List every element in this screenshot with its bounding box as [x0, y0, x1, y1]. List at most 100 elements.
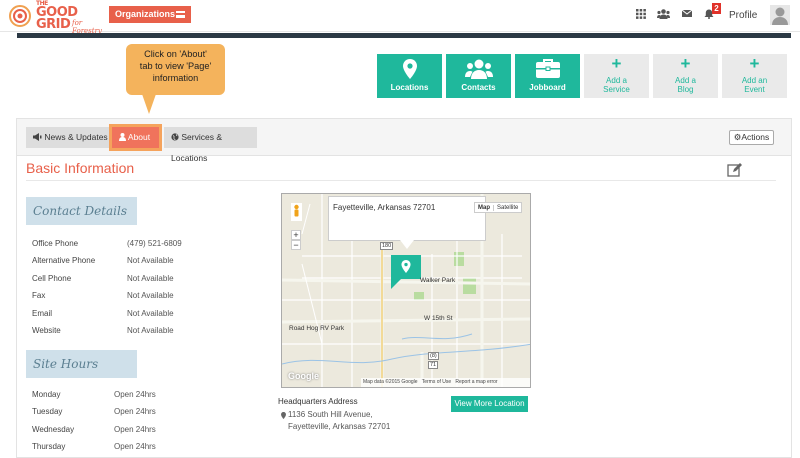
- add-blog-label: Add a Blog: [675, 76, 696, 94]
- map-data-credit: Map data ©2015 Google: [363, 379, 418, 385]
- google-logo: Google: [288, 371, 319, 381]
- logo[interactable]: THE GOOD GRID for Forestry: [6, 1, 106, 35]
- map-road-badge: (8): [428, 352, 439, 360]
- menu-icon: [176, 11, 185, 18]
- locations-tile[interactable]: Locations: [377, 54, 442, 98]
- hq-address: 1136 South Hill Avenue, Fayetteville, Ar…: [281, 409, 391, 433]
- map-road-badge: 180: [380, 242, 394, 250]
- profile-link[interactable]: Profile: [729, 10, 757, 21]
- tab-about-label: About: [127, 132, 151, 142]
- map-attribution: Map data ©2015 Google Terms of Use Repor…: [361, 378, 530, 387]
- add-event-tile[interactable]: + Add an Event: [722, 54, 787, 98]
- tooltip-line-3: information: [152, 73, 199, 83]
- contacts-tile[interactable]: Contacts: [446, 54, 511, 98]
- cover-banner: [17, 33, 791, 38]
- actions-label: Actions: [741, 132, 770, 142]
- map-marker-icon: [281, 412, 286, 419]
- info-window-pointer: [400, 240, 414, 249]
- add-event-label: Add an Event: [741, 76, 768, 94]
- street-view-pegman-icon[interactable]: [291, 203, 302, 221]
- sun-logo-icon: [9, 5, 31, 27]
- zoom-out-button[interactable]: −: [291, 240, 301, 250]
- tab-about[interactable]: About: [109, 124, 162, 151]
- jobboard-tile[interactable]: Jobboard: [515, 54, 580, 98]
- section-divider: [26, 180, 776, 181]
- megaphone-icon: [33, 133, 42, 141]
- report-map-error-link[interactable]: Report a map error: [455, 379, 497, 385]
- map-type-toggle: Map Satellite: [474, 202, 523, 213]
- hours-value: Open 24hrs: [114, 390, 156, 399]
- plus-icon: +: [680, 54, 691, 73]
- contact-value: Not Available: [127, 309, 174, 318]
- map-marker-icon: [402, 59, 417, 79]
- contact-label: Website: [32, 326, 61, 335]
- contact-label: Fax: [32, 291, 46, 300]
- add-service-tile[interactable]: + Add a Service: [584, 54, 649, 98]
- contact-label: Email: [32, 309, 53, 318]
- view-more-location-button[interactable]: View More Location: [451, 396, 528, 412]
- edit-icon[interactable]: [727, 163, 743, 177]
- tab-news-updates[interactable]: News & Updates: [26, 127, 109, 148]
- globe-icon: [171, 133, 179, 141]
- notification-badge: 2: [712, 3, 721, 14]
- hq-address-line-1: 1136 South Hill Avenue,: [288, 410, 373, 419]
- map-label-walker-park: Walker Park: [420, 277, 456, 284]
- top-navbar: THE GOOD GRID for Forestry Organizations…: [0, 0, 800, 35]
- hours-day: Wednesday: [32, 425, 75, 434]
- basic-information-title: Basic Information: [26, 160, 135, 176]
- actions-button[interactable]: ⚙Actions: [729, 130, 774, 145]
- apps-grid-icon[interactable]: [636, 9, 646, 23]
- tooltip-line-1: Click on 'About': [144, 49, 207, 59]
- plus-icon: +: [749, 54, 760, 73]
- hours-day: Thursday: [32, 442, 66, 451]
- users-icon: [464, 59, 493, 79]
- contact-details-heading: Contact Details: [26, 197, 137, 225]
- hours-day: Monday: [32, 390, 61, 399]
- tab-services-label: Services & Locations: [171, 132, 222, 163]
- add-blog-tile[interactable]: + Add a Blog: [653, 54, 718, 98]
- contact-value: Not Available: [127, 256, 174, 265]
- users-icon[interactable]: [657, 9, 670, 23]
- briefcase-icon: [535, 59, 560, 78]
- organizations-button[interactable]: Organizations: [109, 6, 191, 23]
- marker-pointer: [391, 279, 401, 289]
- map-road-badge: 71: [428, 361, 439, 369]
- contact-value: Not Available: [127, 291, 174, 300]
- map-location-marker[interactable]: [391, 255, 421, 279]
- contact-label: Office Phone: [32, 239, 79, 248]
- plus-icon: +: [611, 54, 622, 73]
- tooltip-line-2: tab to view 'Page': [139, 61, 212, 71]
- map-label-w15th: W 15th St: [424, 315, 453, 322]
- map-view-button[interactable]: Map: [475, 205, 493, 211]
- map-marker-icon: [401, 260, 411, 273]
- hours-value: Open 24hrs: [114, 442, 156, 451]
- user-icon: [119, 133, 126, 141]
- zoom-in-button[interactable]: +: [291, 230, 301, 240]
- hq-address-label: Headquarters Address: [278, 397, 358, 406]
- tab-services-locations[interactable]: Services & Locations: [164, 127, 257, 163]
- map-info-text: Fayetteville, Arkansas 72701: [333, 203, 436, 212]
- contact-value: Not Available: [127, 326, 174, 335]
- contact-label: Cell Phone: [32, 274, 72, 283]
- about-tab-tooltip: Click on 'About' tab to view 'Page' info…: [126, 44, 225, 114]
- envelope-icon[interactable]: [681, 9, 693, 22]
- tab-news-label: News & Updates: [44, 132, 108, 142]
- hours-value: Open 24hrs: [114, 407, 156, 416]
- location-map[interactable]: Fayetteville, Arkansas 72701 Map Satellit…: [281, 193, 531, 388]
- jobboard-tile-label: Jobboard: [529, 83, 566, 92]
- hq-address-line-2: Fayetteville, Arkansas 72701: [288, 422, 391, 431]
- map-info-window: Fayetteville, Arkansas 72701: [328, 196, 486, 241]
- map-label-road-hog: Road Hog RV Park: [289, 325, 345, 332]
- site-hours-heading: Site Hours: [26, 350, 137, 378]
- contact-value: (479) 521-6809: [127, 239, 182, 248]
- hours-value: Open 24hrs: [114, 425, 156, 434]
- contacts-tile-label: Contacts: [461, 83, 496, 92]
- terms-of-use-link[interactable]: Terms of Use: [422, 379, 451, 385]
- contact-label: Alternative Phone: [32, 256, 96, 265]
- organizations-label: Organizations: [115, 9, 176, 19]
- avatar[interactable]: [770, 5, 790, 25]
- add-service-label: Add a Service: [603, 76, 630, 94]
- user-silhouette-icon: [772, 7, 788, 25]
- satellite-view-button[interactable]: Satellite: [493, 205, 522, 211]
- tab-bar: News & Updates About Services & Location…: [17, 119, 791, 163]
